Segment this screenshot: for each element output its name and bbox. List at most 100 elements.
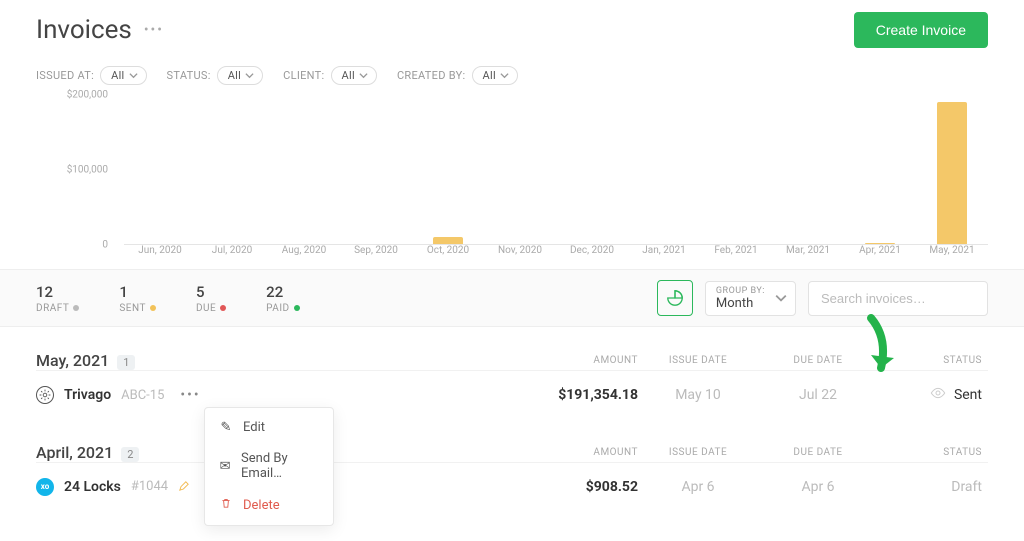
invoice-status: Draft (878, 479, 988, 495)
x-tick: Sep, 2020 (340, 245, 412, 265)
status-count: 1 (119, 283, 156, 301)
group-by-value: Month (716, 296, 765, 311)
invoice-issue-date: May 10 (638, 387, 758, 403)
chevron-down-icon (129, 71, 138, 80)
status-label: DRAFT (36, 303, 79, 314)
client-name: 24 Locks (64, 479, 121, 495)
chart-toggle-button[interactable] (657, 280, 693, 316)
trash-icon (219, 497, 233, 513)
status-count: 12 (36, 283, 79, 301)
pencil-icon: ✎ (219, 420, 233, 435)
column-header-due: DUE DATE (758, 447, 878, 458)
status-label: SENT (119, 303, 156, 314)
page-title: Invoices (36, 15, 132, 45)
invoice-id: ABC-15 (121, 388, 164, 403)
filter-issued-at[interactable]: All (100, 66, 146, 85)
filter-label: CREATED BY: (397, 69, 466, 82)
status-count: 5 (196, 283, 226, 301)
status-filter-draft[interactable]: 12 DRAFT (36, 283, 79, 314)
filter-client[interactable]: All (331, 66, 377, 85)
client-gear-icon (36, 386, 54, 404)
status-dot-icon (73, 305, 79, 311)
x-tick: Mar, 2021 (772, 245, 844, 265)
y-tick: 0 (102, 240, 108, 251)
invoice-issue-date: Apr 6 (638, 479, 758, 495)
invoice-chart: $200,000 $100,000 0 Jun, 2020Jul, 2020Au… (36, 95, 988, 265)
filter-value: All (342, 69, 355, 82)
group-by-label: GROUP BY: (716, 286, 765, 296)
status-filter-sent[interactable]: 1 SENT (119, 283, 156, 314)
column-header-issue: ISSUE DATE (638, 447, 758, 458)
row-actions-menu-icon[interactable]: ••• (180, 387, 200, 403)
client-name: Trivago (64, 387, 111, 403)
column-header-due: DUE DATE (758, 355, 878, 366)
x-tick: Oct, 2020 (412, 245, 484, 265)
status-filter-due[interactable]: 5 DUE (196, 283, 226, 314)
pie-chart-icon (666, 289, 684, 307)
chevron-down-icon (500, 71, 509, 80)
status-dot-icon (220, 305, 226, 311)
x-tick: Apr, 2021 (844, 245, 916, 265)
status-dot-icon (150, 305, 156, 311)
chevron-down-icon (359, 71, 368, 80)
invoice-due-date: Apr 6 (758, 479, 878, 495)
status-label: PAID (266, 303, 299, 314)
filter-label: CLIENT: (283, 69, 324, 82)
pencil-icon[interactable] (178, 477, 190, 496)
filter-created-by[interactable]: All (472, 66, 518, 85)
filter-bar: ISSUED AT: All STATUS: All CLIENT: All C… (36, 66, 988, 85)
x-tick: Feb, 2021 (700, 245, 772, 265)
x-tick: May, 2021 (916, 245, 988, 265)
section-title: April, 2021 (36, 443, 113, 462)
chart-bar[interactable] (865, 243, 895, 244)
y-tick: $200,000 (67, 90, 108, 101)
dropdown-edit[interactable]: ✎Edit (205, 412, 333, 443)
chevron-down-icon (245, 71, 254, 80)
invoice-row[interactable]: xo24 Locks#1044$908.52Apr 6Apr 6Draft (36, 462, 988, 510)
create-invoice-button[interactable]: Create Invoice (854, 12, 988, 48)
x-tick: Jul, 2020 (196, 245, 268, 265)
page-actions-menu-icon[interactable]: ••• (144, 22, 164, 38)
filter-value: All (483, 69, 496, 82)
row-actions-dropdown: ✎Edit✉Send By Email…Delete (204, 407, 334, 526)
section-count-badge: 2 (121, 447, 139, 462)
y-tick: $100,000 (67, 165, 108, 176)
invoice-amount: $191,354.18 (518, 387, 638, 403)
section-title: May, 2021 (36, 351, 109, 370)
status-label: DUE (196, 303, 226, 314)
x-tick: Jan, 2021 (628, 245, 700, 265)
column-header-status: STATUS (878, 447, 988, 458)
x-tick: Jun, 2020 (124, 245, 196, 265)
group-by-select[interactable]: GROUP BY: Month (705, 281, 796, 316)
search-input[interactable] (808, 281, 988, 316)
dropdown-delete[interactable]: Delete (205, 489, 333, 521)
column-header-amount: AMOUNT (518, 447, 638, 458)
eye-icon (930, 385, 946, 405)
chart-bar[interactable] (937, 102, 967, 244)
status-count: 22 (266, 283, 299, 301)
column-header-status: STATUS (878, 355, 988, 366)
filter-label: STATUS: (167, 69, 211, 82)
invoice-id: #1044 (131, 479, 168, 494)
filter-value: All (228, 69, 241, 82)
filter-value: All (111, 69, 124, 82)
invoice-row[interactable]: Trivago ABC-15 ••• $191,354.18May 10Jul 22S… (36, 370, 988, 419)
dropdown-send-email[interactable]: ✉Send By Email… (205, 443, 333, 489)
filter-label: ISSUED AT: (36, 69, 94, 82)
chevron-down-icon (775, 292, 787, 304)
column-header-amount: AMOUNT (518, 355, 638, 366)
section-count-badge: 1 (117, 355, 135, 370)
filter-status[interactable]: All (217, 66, 263, 85)
status-filter-paid[interactable]: 22 PAID (266, 283, 299, 314)
chart-bar[interactable] (433, 237, 463, 244)
x-tick: Nov, 2020 (484, 245, 556, 265)
invoice-amount: $908.52 (518, 479, 638, 495)
invoice-status: Sent (878, 385, 988, 405)
client-xero-icon: xo (36, 478, 54, 496)
mail-icon: ✉ (219, 459, 231, 474)
x-tick: Aug, 2020 (268, 245, 340, 265)
x-tick: Dec, 2020 (556, 245, 628, 265)
invoice-due-date: Jul 22 (758, 387, 878, 403)
column-header-issue: ISSUE DATE (638, 355, 758, 366)
status-dot-icon (294, 305, 300, 311)
